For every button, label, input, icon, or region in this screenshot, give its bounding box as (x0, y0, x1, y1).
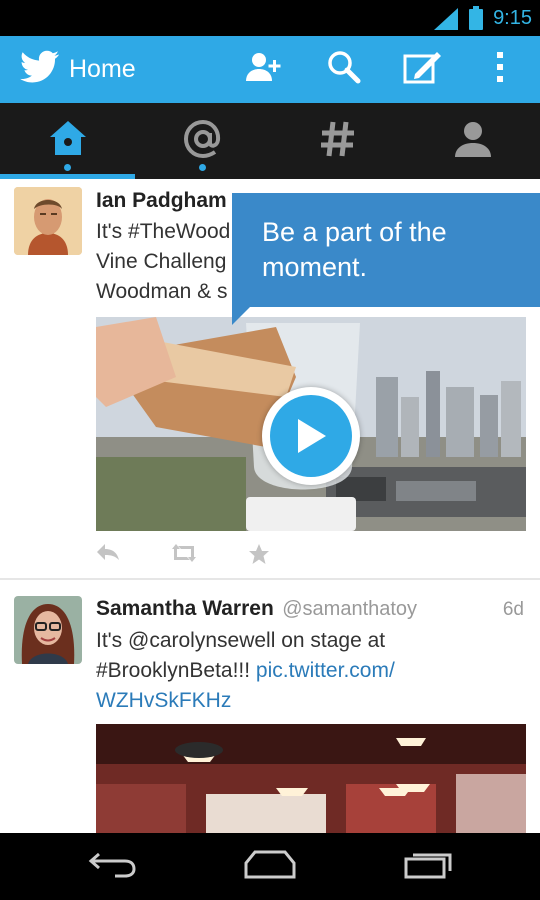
unread-dot (64, 164, 71, 171)
author-handle[interactable]: @samanthatoy (282, 598, 417, 620)
page-title: Home (69, 55, 136, 83)
onboarding-callout[interactable]: Be a part of the moment. (232, 193, 540, 325)
recents-icon (403, 849, 453, 884)
vine-video[interactable] (96, 317, 526, 531)
play-button[interactable] (262, 387, 360, 485)
home-button[interactable] (210, 833, 330, 900)
overflow-menu-icon (496, 52, 504, 87)
reply-icon[interactable] (96, 543, 120, 566)
tweet-text-line: WZHvSkFKHz (96, 686, 524, 716)
back-icon (87, 850, 137, 883)
clock: 9:15 (493, 7, 532, 29)
favorite-icon[interactable] (248, 543, 270, 570)
overflow-menu-button[interactable] (470, 36, 530, 103)
tweet-link[interactable]: pic.twitter.com/ (256, 659, 395, 682)
avatar[interactable] (14, 596, 82, 664)
twitter-bird-icon[interactable] (20, 50, 60, 91)
tab-discover[interactable] (270, 103, 405, 179)
home-nav-icon (243, 849, 297, 884)
tweet-link[interactable]: WZHvSkFKHz (96, 689, 231, 712)
avatar[interactable] (14, 187, 82, 255)
tab-connect[interactable] (135, 103, 270, 179)
at-icon (183, 119, 223, 164)
tweet[interactable]: Samantha Warren @samanthatoy 6d It's @ca… (0, 580, 540, 833)
hashtag-icon (320, 120, 356, 163)
unread-dot (199, 164, 206, 171)
tweet-photo[interactable] (96, 724, 526, 833)
callout-pointer (232, 307, 250, 325)
compose-button[interactable] (393, 36, 453, 103)
home-icon (48, 119, 88, 164)
tweet-age: 6d (502, 599, 524, 620)
play-icon (270, 395, 352, 477)
tweet-text: It's @carolynsewell on stage at #Brookly… (96, 626, 524, 716)
search-icon (327, 50, 361, 89)
recents-button[interactable] (368, 833, 488, 900)
author-name[interactable]: Ian Padgham (96, 189, 227, 212)
timeline[interactable]: Ian Padgham It's #TheWood Vine Challeng … (0, 179, 540, 833)
system-nav-bar (0, 833, 540, 900)
tab-bar (0, 103, 540, 179)
retweet-icon[interactable] (170, 543, 198, 568)
search-button[interactable] (314, 36, 374, 103)
add-user-icon (244, 51, 284, 88)
callout-text: Be a part of the (262, 217, 447, 247)
person-icon (454, 121, 492, 162)
app-bar: Home (0, 36, 540, 103)
battery-icon (469, 6, 483, 35)
back-button[interactable] (52, 833, 172, 900)
tweet-text-line: #BrooklynBeta!!! pic.twitter.com/ (96, 659, 395, 682)
add-user-button[interactable] (234, 36, 294, 103)
tweet-text-line: It's @carolynsewell on stage at (96, 629, 386, 652)
compose-icon (403, 50, 443, 89)
status-bar: 9:15 (0, 0, 540, 36)
tab-me[interactable] (405, 103, 540, 179)
author-name[interactable]: Samantha Warren (96, 597, 274, 620)
signal-icon (434, 8, 458, 35)
callout-text: moment. (262, 252, 368, 282)
tab-home[interactable] (0, 103, 135, 179)
tweet-header: Samantha Warren @samanthatoy 6d (96, 597, 524, 623)
